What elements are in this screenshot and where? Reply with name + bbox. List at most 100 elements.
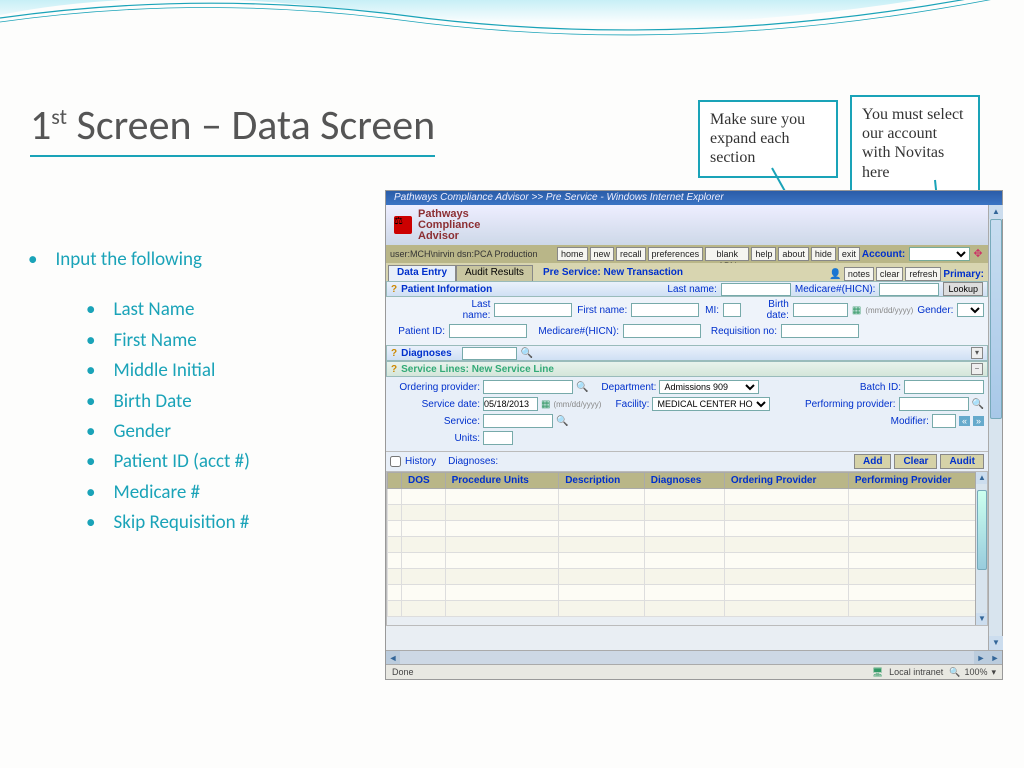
patient-info-form: Last name: First name: MI: Birth date: ▦… — [386, 297, 988, 345]
exit-button[interactable]: exit — [838, 247, 860, 261]
account-select[interactable] — [909, 247, 970, 261]
scroll-down-icon[interactable]: ▼ — [989, 636, 1003, 650]
service-lines-header: ? Service Lines: New Service Line − — [386, 361, 988, 377]
lookup-button[interactable]: Lookup — [943, 282, 983, 296]
hdr-lastname-input[interactable] — [721, 283, 791, 296]
table-row[interactable] — [388, 553, 987, 569]
scroll-right2-icon[interactable]: ► — [988, 651, 1002, 665]
blank-abn-button[interactable]: blank ABN — [705, 247, 749, 261]
instruction-item: Patient ID (acct #) — [86, 447, 250, 477]
chevron-down-icon[interactable]: ▾ — [991, 667, 996, 678]
home-button[interactable]: home — [557, 247, 588, 261]
instruction-item: Last Name — [86, 295, 250, 325]
table-row[interactable] — [388, 569, 987, 585]
hide-button[interactable]: hide — [811, 247, 836, 261]
facility-select[interactable]: MEDICAL CENTER HOSPI — [652, 397, 770, 411]
ordering-label: Ordering provider: — [390, 382, 480, 393]
calendar-icon[interactable]: ▦ — [541, 399, 550, 410]
search-icon[interactable]: 🔍 — [556, 416, 568, 427]
gender-select[interactable] — [957, 303, 984, 317]
preferences-button[interactable]: preferences — [648, 247, 704, 261]
dept-select[interactable]: Admissions 909 — [659, 380, 759, 394]
col-performing[interactable]: Performing Provider — [848, 473, 986, 489]
collapse-icon[interactable]: − — [971, 363, 983, 375]
scroll-thumb[interactable] — [977, 490, 987, 570]
table-row[interactable] — [388, 505, 987, 521]
scroll-right-icon[interactable]: ► — [974, 651, 988, 665]
search-icon[interactable]: 🔍 — [576, 382, 588, 393]
ordering-input[interactable] — [483, 380, 573, 394]
col-description[interactable]: Description — [559, 473, 645, 489]
instruction-item: Middle Initial — [86, 356, 250, 386]
lastname-input[interactable] — [494, 303, 572, 317]
table-row[interactable] — [388, 585, 987, 601]
patientid-input[interactable] — [449, 324, 527, 338]
tab-data-entry[interactable]: Data Entry — [388, 265, 456, 281]
performing-input[interactable] — [899, 397, 969, 411]
diagnoses-title: Diagnoses — [401, 348, 452, 359]
recall-button[interactable]: recall — [616, 247, 646, 261]
svcdate-input[interactable] — [483, 397, 538, 411]
service-input[interactable] — [483, 414, 553, 428]
clear-button[interactable]: Clear — [894, 454, 937, 469]
scroll-left-icon[interactable]: ◄ — [386, 651, 400, 665]
help-icon[interactable]: ? — [391, 284, 397, 295]
tab-audit-results[interactable]: Audit Results — [456, 265, 533, 281]
scroll-thumb[interactable] — [990, 219, 1002, 419]
tab-row: Data Entry Audit Results Pre Service: Ne… — [386, 263, 988, 281]
modifier-input[interactable] — [932, 414, 956, 428]
title-pre: 1 — [30, 100, 51, 151]
units-input[interactable] — [483, 431, 513, 445]
help-icon[interactable]: ? — [391, 364, 397, 375]
history-label: History — [405, 456, 436, 467]
audit-button[interactable]: Audit — [940, 454, 984, 469]
scroll-down-icon[interactable]: ▼ — [976, 613, 988, 625]
search-icon[interactable]: 🔍 — [521, 348, 533, 359]
col-proc-units[interactable]: Procedure Units — [445, 473, 559, 489]
batch-input[interactable] — [904, 380, 984, 394]
gender-label: Gender: — [917, 305, 953, 316]
add-button[interactable]: Add — [854, 454, 891, 469]
scroll-up-icon[interactable]: ▲ — [989, 205, 1003, 219]
compass-icon[interactable]: ✥ — [972, 247, 984, 261]
firstname-input[interactable] — [631, 303, 699, 317]
date-hint: (mm/dd/yyyy) — [553, 400, 601, 409]
scroll-up-icon[interactable]: ▲ — [976, 472, 988, 484]
main-toolbar: user:MCH\nirvin dsn:PCA Production home … — [386, 245, 988, 263]
table-row[interactable] — [388, 521, 987, 537]
units-label: Units: — [390, 433, 480, 444]
calendar-icon[interactable]: ▦ — [852, 305, 861, 316]
browser-vertical-scrollbar[interactable]: ▲ ▼ — [988, 205, 1002, 650]
expand-icon[interactable]: ▾ — [971, 347, 983, 359]
help-icon[interactable]: ? — [391, 348, 397, 359]
refresh-button[interactable]: refresh — [905, 267, 941, 281]
zoom-control[interactable]: 🔍 100% ▾ — [949, 667, 996, 678]
diagnoses-header[interactable]: ? Diagnoses 🔍 ▾ — [386, 345, 988, 361]
search-icon[interactable]: 🔍 — [972, 399, 984, 410]
col-diagnoses[interactable]: Diagnoses — [644, 473, 724, 489]
notes-button[interactable]: notes — [844, 267, 874, 281]
table-row[interactable] — [388, 489, 987, 505]
birth-input[interactable] — [793, 303, 848, 317]
title-rest: Screen – Data Screen — [67, 100, 435, 151]
next-icon[interactable]: » — [973, 416, 984, 426]
history-checkbox[interactable] — [390, 456, 401, 467]
prev-icon[interactable]: « — [959, 416, 970, 426]
horizontal-scrollbar[interactable]: ◄ ► ► — [386, 650, 1002, 664]
col-ordering[interactable]: Ordering Provider — [724, 473, 848, 489]
table-row[interactable] — [388, 601, 987, 617]
col-dos[interactable]: DOS — [402, 473, 446, 489]
grid-vertical-scrollbar[interactable]: ▲ ▼ — [975, 472, 987, 625]
medicare-input[interactable] — [623, 324, 701, 338]
clear-button[interactable]: clear — [876, 267, 904, 281]
new-button[interactable]: new — [590, 247, 615, 261]
table-row[interactable] — [388, 537, 987, 553]
hdr-medicare-input[interactable] — [879, 283, 939, 296]
diagnoses-input[interactable] — [462, 347, 517, 360]
app-logo-text: Pathways Compliance Advisor — [418, 209, 480, 242]
mi-input[interactable] — [723, 303, 741, 317]
person-icon[interactable]: 👤 — [829, 269, 841, 280]
req-input[interactable] — [781, 324, 859, 338]
about-button[interactable]: about — [778, 247, 809, 261]
help-button[interactable]: help — [751, 247, 776, 261]
